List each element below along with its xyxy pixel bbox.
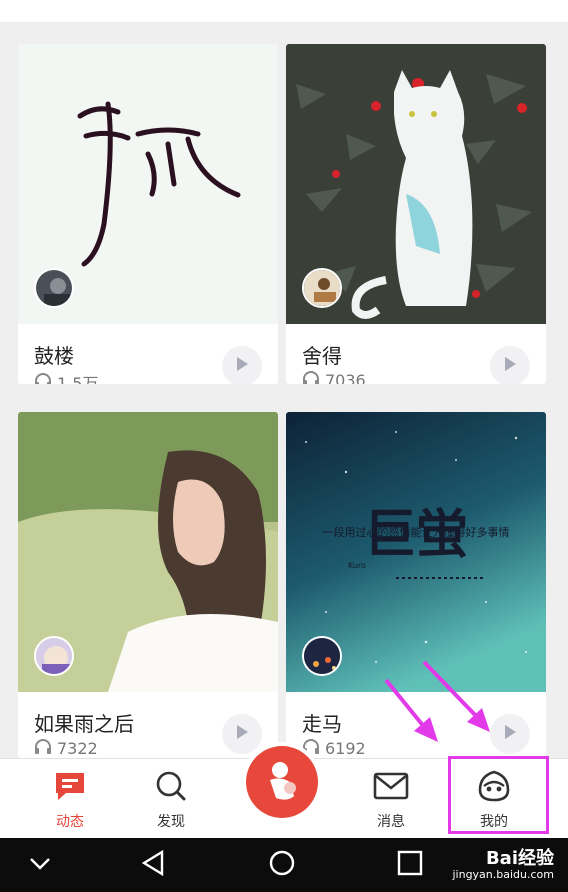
recents-square-icon [397,850,423,880]
play-count: 7036 [302,370,366,384]
song-card-2[interactable]: 舍得 7036 [286,44,546,384]
play-count-value: 1.5万 [57,374,99,384]
play-icon [503,724,517,744]
song-card-4[interactable]: 巨蛍 一段用过心的感情能让人懂得好多事情 Kuro 走马 6192 [286,412,546,758]
watermark-url: jingyan.baidu.com [452,868,554,881]
play-count-value: 7322 [57,738,98,758]
back-triangle-icon [141,849,166,880]
play-count: 1.5万 [34,370,98,384]
play-count-value: 6192 [325,738,366,758]
avatar[interactable] [34,268,74,308]
play-count: 7322 [34,738,98,758]
song-title: 如果雨之后 [34,712,134,736]
song-grid: 静默 鼓楼 1.5万 [0,22,568,758]
tab-discover-label: 发现 [157,814,185,830]
record-user-icon [262,758,302,806]
status-bar [0,0,568,22]
nav-home-button[interactable] [262,848,302,882]
play-button[interactable] [490,714,530,754]
annotation-highlight-box [448,756,549,834]
avatar[interactable] [302,636,342,676]
chevron-down-icon [29,856,51,875]
tab-messages[interactable]: 消息 [341,759,441,839]
play-icon [235,356,249,376]
song-title: 鼓楼 [34,344,74,368]
play-button[interactable] [222,346,262,384]
song-card-1[interactable]: 静默 鼓楼 1.5万 [18,44,278,384]
home-circle-icon [268,849,296,881]
nav-recents-button[interactable] [390,848,430,882]
tab-discover[interactable]: 发现 [121,759,221,839]
nav-down-button[interactable] [20,848,60,882]
search-icon [155,769,187,803]
record-button[interactable] [246,746,318,818]
cover-4-caption: 一段用过心的感情能让人懂得好多事情 [323,525,510,539]
headphones-icon [302,370,320,384]
song-title: 舍得 [302,344,342,368]
play-button[interactable] [222,714,262,754]
play-button[interactable] [490,346,530,384]
envelope-icon [373,769,409,803]
tab-dynamics-label: 动态 [56,814,84,830]
song-card-3[interactable]: 如果雨之后 7322 [18,412,278,758]
avatar[interactable] [302,268,342,308]
tab-messages-label: 消息 [377,814,405,830]
headphones-icon [34,372,52,384]
headphones-icon [34,738,52,758]
system-nav-bar: Bai经验 jingyan.baidu.com [0,838,568,892]
play-count-value: 7036 [325,370,366,385]
watermark-brand: Bai经验 [485,848,554,869]
song-title: 走马 [302,712,342,736]
chat-square-icon [53,769,87,803]
tab-dynamics[interactable]: 动态 [20,759,120,839]
cover-4-small: Kuro [348,561,366,570]
play-icon [235,724,249,744]
avatar[interactable] [34,636,74,676]
play-icon [503,356,517,376]
nav-back-button[interactable] [134,848,174,882]
play-count: 6192 [302,738,366,758]
